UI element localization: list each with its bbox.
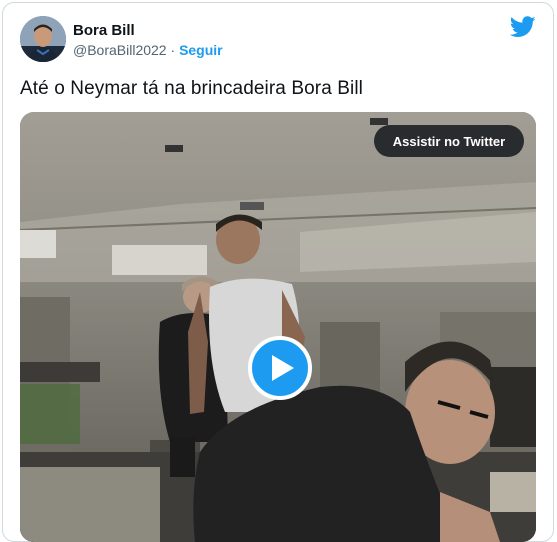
play-button[interactable] — [248, 336, 312, 400]
handle-row: @BoraBill2022 · Seguir — [73, 42, 223, 58]
video-frame — [20, 112, 536, 542]
twitter-bird-icon[interactable] — [510, 16, 536, 38]
play-icon — [271, 355, 294, 381]
handle[interactable]: @BoraBill2022 — [73, 42, 167, 58]
display-name[interactable]: Bora Bill — [73, 22, 135, 39]
watch-on-twitter-button[interactable]: Assistir no Twitter — [374, 125, 524, 157]
separator: · — [170, 42, 176, 58]
follow-button[interactable]: Seguir — [179, 42, 223, 58]
avatar[interactable] — [20, 16, 66, 62]
video-player[interactable]: Assistir no Twitter — [20, 112, 536, 542]
tweet-text: Até o Neymar tá na brincadeira Bora Bill — [20, 78, 363, 99]
